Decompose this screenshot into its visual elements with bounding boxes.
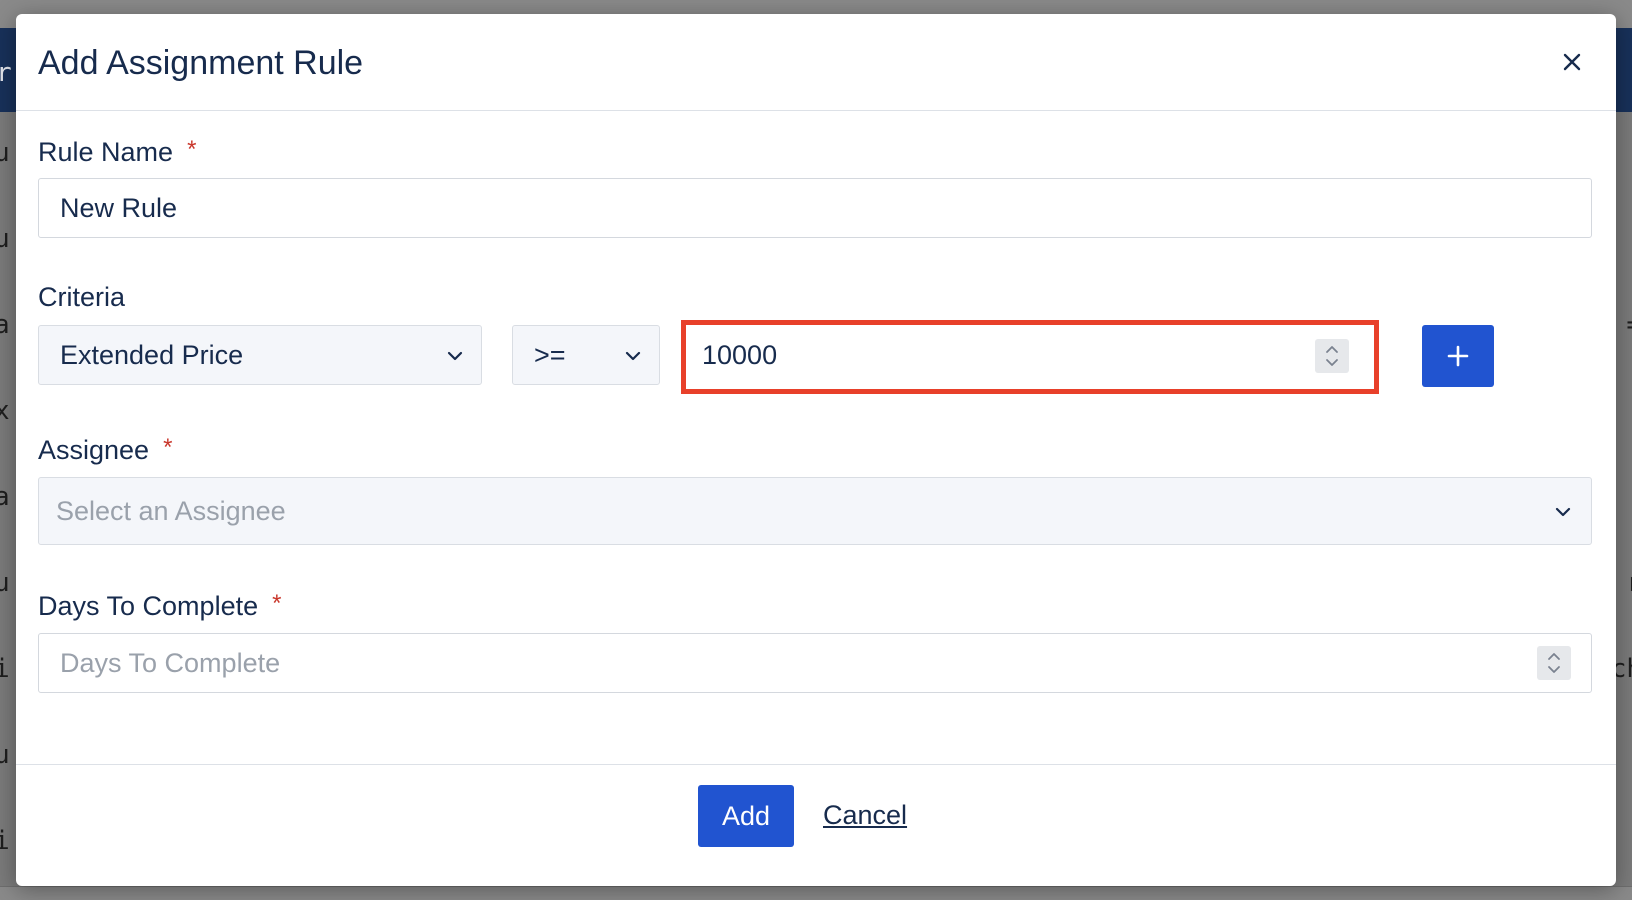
assignee-label: Assignee * (38, 434, 173, 465)
rule-name-label: Rule Name * (38, 136, 197, 167)
required-mark: * (272, 590, 282, 617)
dialog-header: Add Assignment Rule (16, 14, 1616, 111)
spinner-arrows-icon (1548, 653, 1560, 673)
background-row-text: i (0, 654, 10, 684)
days-to-complete-label: Days To Complete * (38, 590, 282, 621)
dialog-title: Add Assignment Rule (38, 44, 364, 82)
chevron-down-icon (1553, 502, 1573, 522)
criteria-field-select[interactable]: Extended Price (38, 325, 482, 385)
rule-name-value: New Rule (60, 192, 178, 223)
criteria-operator-selected: >= (534, 339, 566, 370)
spinner-arrows-icon (1326, 346, 1338, 366)
background-row-text: u (0, 740, 10, 770)
number-spinner[interactable] (1315, 339, 1349, 373)
required-mark: * (187, 136, 197, 163)
chevron-down-icon (623, 346, 643, 366)
add-button[interactable]: Add (698, 785, 794, 847)
background-row-text: u (0, 568, 10, 598)
plus-icon (1447, 345, 1469, 367)
assignee-placeholder: Select an Assignee (56, 495, 286, 526)
number-spinner[interactable] (1537, 646, 1571, 680)
background-row-text: = (1626, 310, 1632, 340)
background-row-text: x (0, 396, 10, 426)
assignee-select[interactable]: Select an Assignee (38, 477, 1592, 545)
chevron-down-icon (445, 346, 465, 366)
required-mark: * (163, 434, 173, 461)
rule-name-input[interactable]: New Rule (38, 178, 1592, 238)
background-row-text: a (0, 310, 10, 340)
background-row-text: a (0, 482, 10, 512)
criteria-value-input[interactable]: 10000 (681, 320, 1379, 394)
criteria-label: Criteria (38, 282, 126, 312)
criteria-field-selected: Extended Price (60, 339, 244, 370)
days-to-complete-input[interactable]: Days To Complete (38, 633, 1592, 693)
close-button[interactable] (1554, 44, 1590, 80)
background-row-text: u (0, 138, 10, 168)
add-assignment-rule-dialog: Add Assignment Rule Rule Name * New Rule … (16, 14, 1616, 886)
criteria-operator-select[interactable]: >= (512, 325, 660, 385)
dialog-footer: Add Cancel (16, 764, 1616, 887)
add-criteria-button[interactable] (1422, 325, 1494, 387)
background-row-text: u (0, 224, 10, 254)
criteria-value: 10000 (702, 340, 778, 370)
background-row-text: i (0, 826, 10, 856)
close-icon (1563, 53, 1581, 71)
cancel-link[interactable]: Cancel (823, 800, 907, 831)
background-row-text: r (1626, 568, 1632, 598)
days-to-complete-placeholder: Days To Complete (60, 647, 281, 678)
